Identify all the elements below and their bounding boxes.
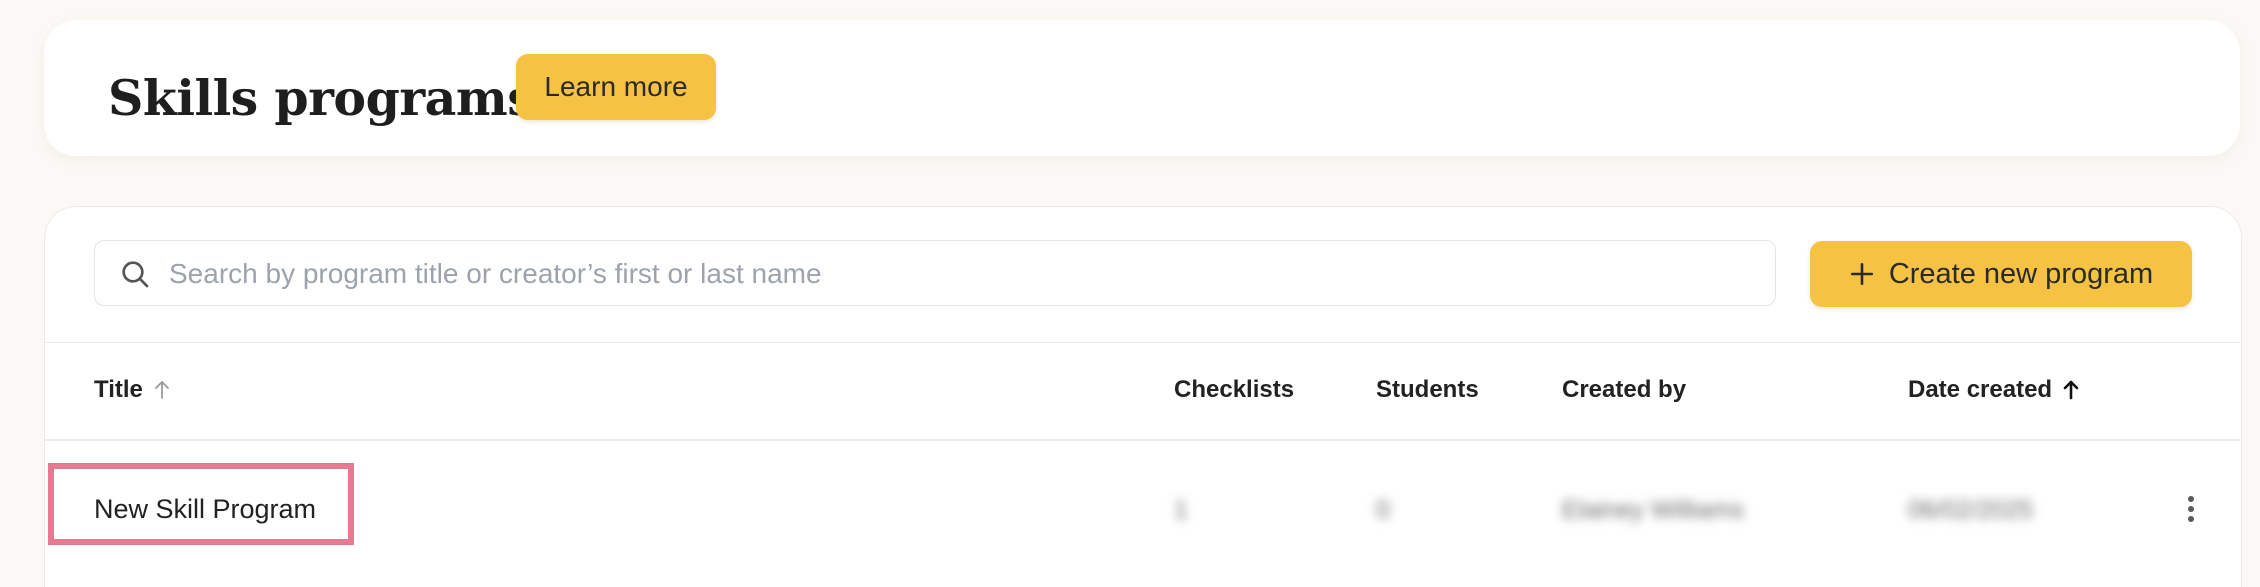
search-icon bbox=[122, 261, 149, 288]
search-input[interactable] bbox=[167, 241, 1761, 307]
column-header-created-by[interactable]: Created by bbox=[1562, 376, 1686, 404]
more-options-icon[interactable] bbox=[2184, 496, 2198, 524]
column-header-students[interactable]: Students bbox=[1376, 376, 1479, 404]
table-top-divider bbox=[45, 342, 2240, 343]
column-header-title[interactable]: Title bbox=[94, 376, 171, 404]
program-title-link[interactable]: New Skill Program bbox=[94, 494, 316, 525]
learn-more-button[interactable]: Learn more bbox=[516, 54, 716, 120]
checklists-count: 1 bbox=[1174, 496, 1188, 524]
students-count: 0 bbox=[1376, 496, 1390, 524]
date-created-value: 06/02/2025 bbox=[1908, 496, 2034, 524]
column-header-checklists[interactable]: Checklists bbox=[1174, 376, 1294, 404]
column-header-title-label: Title bbox=[94, 376, 143, 403]
search-box[interactable] bbox=[94, 240, 1776, 307]
created-by-name: Elainey Williams bbox=[1562, 496, 1744, 524]
column-header-date-created-label: Date created bbox=[1908, 376, 2053, 403]
column-header-students-label: Students bbox=[1376, 376, 1479, 403]
table-header-divider bbox=[45, 439, 2240, 441]
column-header-created-by-label: Created by bbox=[1562, 376, 1687, 403]
sort-arrow-up-icon bbox=[155, 381, 169, 399]
sort-arrow-up-icon bbox=[2063, 380, 2079, 400]
column-header-date-created[interactable]: Date created bbox=[1908, 376, 2080, 404]
plus-icon bbox=[1850, 262, 1873, 286]
create-new-program-label: Create new program bbox=[1888, 257, 2154, 290]
page-title: Skills programs bbox=[108, 69, 535, 127]
column-header-checklists-label: Checklists bbox=[1174, 376, 1295, 403]
create-new-program-button[interactable]: Create new program bbox=[1810, 241, 2192, 307]
